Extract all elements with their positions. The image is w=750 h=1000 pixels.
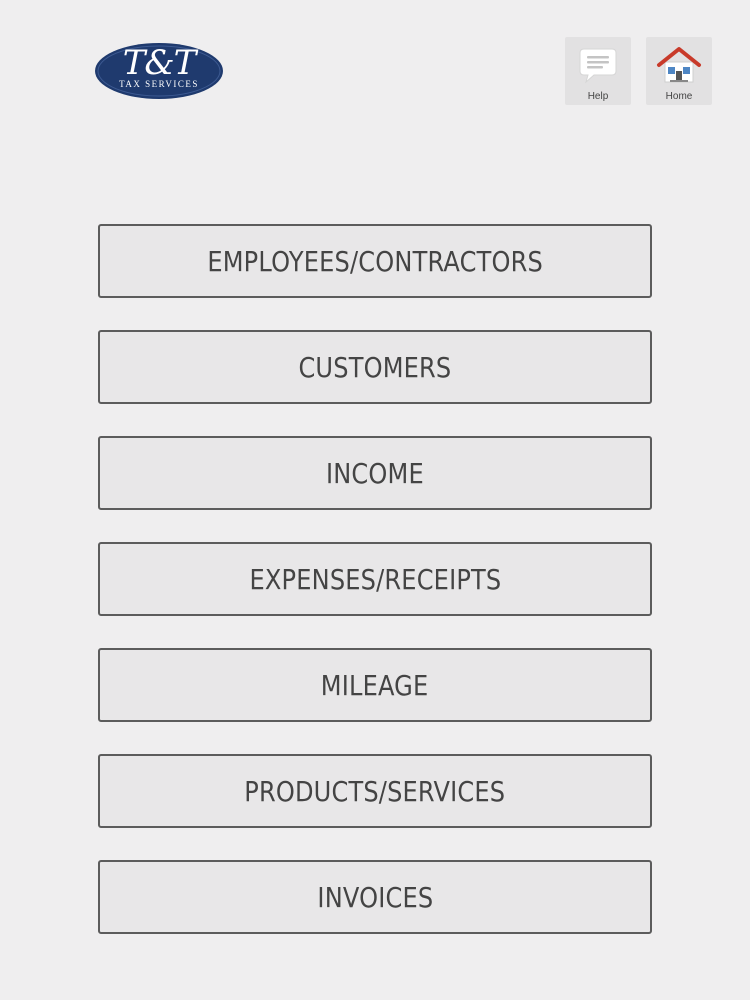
invoices-button[interactable]: INVOICES <box>98 860 652 934</box>
menu-label: PRODUCTS/SERVICES <box>244 774 506 808</box>
products-services-button[interactable]: PRODUCTS/SERVICES <box>98 754 652 828</box>
house-icon <box>656 45 702 90</box>
home-label: Home <box>665 91 693 102</box>
menu-label: EMPLOYEES/CONTRACTORS <box>207 244 543 278</box>
chat-bubble-icon <box>578 45 618 90</box>
income-button[interactable]: INCOME <box>98 436 652 510</box>
main-menu: EMPLOYEES/CONTRACTORS CUSTOMERS INCOME E… <box>98 224 652 934</box>
company-logo: T&T TAX SERVICES <box>94 42 224 100</box>
help-label: Help <box>587 91 609 102</box>
home-button[interactable]: Home <box>646 37 712 105</box>
menu-label: EXPENSES/RECEIPTS <box>249 562 501 596</box>
help-button[interactable]: Help <box>565 37 631 105</box>
menu-label: CUSTOMERS <box>298 350 452 384</box>
logo-subtitle: TAX SERVICES <box>119 79 199 89</box>
menu-label: MILEAGE <box>321 668 429 702</box>
employees-contractors-button[interactable]: EMPLOYEES/CONTRACTORS <box>98 224 652 298</box>
menu-label: INCOME <box>326 456 424 490</box>
expenses-receipts-button[interactable]: EXPENSES/RECEIPTS <box>98 542 652 616</box>
logo-title: T&T <box>122 43 197 83</box>
customers-button[interactable]: CUSTOMERS <box>98 330 652 404</box>
mileage-button[interactable]: MILEAGE <box>98 648 652 722</box>
menu-label: INVOICES <box>317 880 433 914</box>
